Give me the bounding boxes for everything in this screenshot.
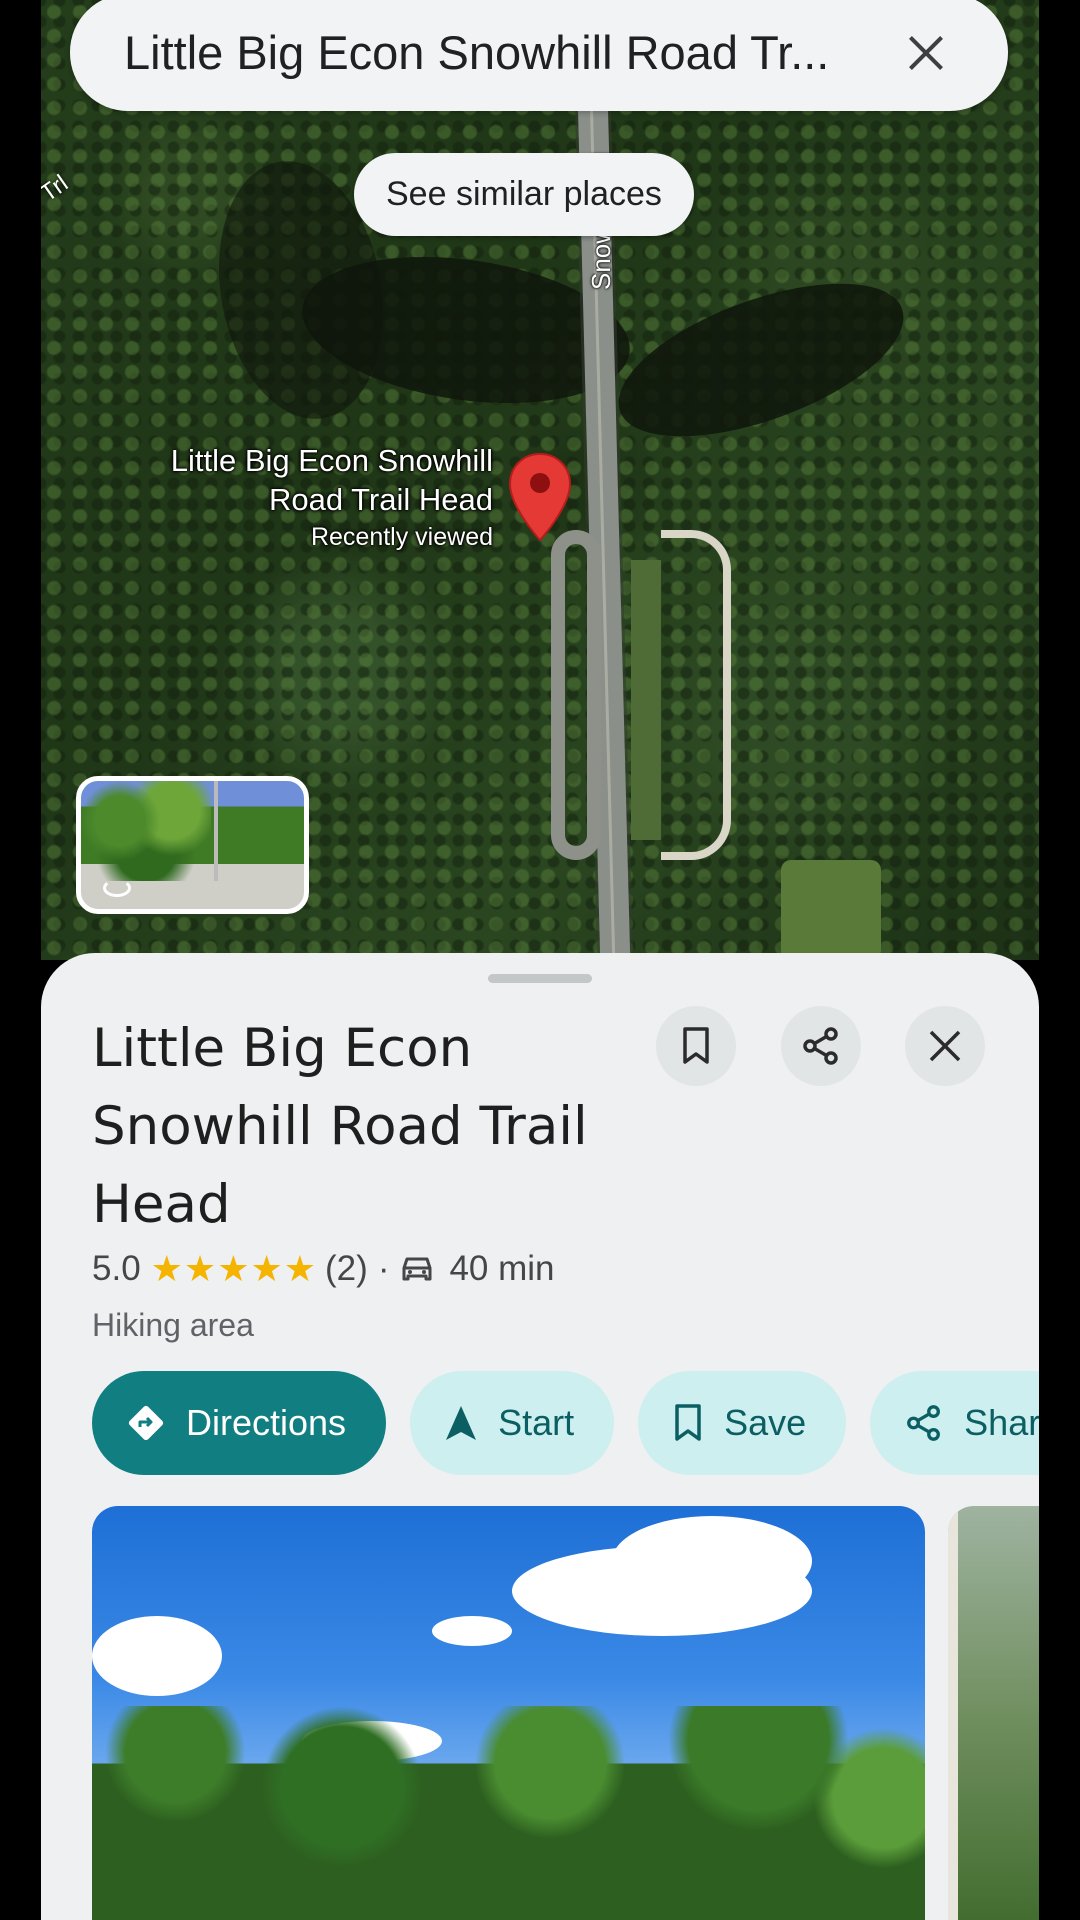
car-icon <box>402 1257 432 1281</box>
share-button[interactable] <box>781 1006 861 1086</box>
parking-lot <box>551 530 601 860</box>
median-grass <box>631 560 661 840</box>
place-photo-next[interactable] <box>948 1506 1039 1920</box>
rotate-360-icon <box>103 879 131 897</box>
search-query[interactable]: Little Big Econ Snowhill Road Tr... <box>124 25 898 80</box>
satellite-map[interactable]: Snowhill Rd Trl Little Big Econ Snowhill… <box>41 0 1039 960</box>
pin-name-line1: Little Big Econ Snowhill <box>170 443 493 478</box>
trail-path <box>661 530 731 860</box>
map-pin-icon[interactable] <box>507 452 573 542</box>
share-label: Share <box>964 1402 1039 1443</box>
place-photo[interactable] <box>92 1506 925 1920</box>
street-view-pole <box>214 781 218 881</box>
directions-label: Directions <box>186 1402 347 1443</box>
navigation-arrow-icon <box>446 1406 477 1440</box>
share-icon <box>907 1405 941 1441</box>
see-similar-places-button[interactable]: See similar places <box>354 153 694 236</box>
search-bar[interactable]: Little Big Econ Snowhill Road Tr... <box>70 0 1008 111</box>
bookmark-button[interactable] <box>656 1006 736 1086</box>
rating-value: 5.0 <box>92 1249 141 1288</box>
phone-screen: Snowhill Rd Trl Little Big Econ Snowhill… <box>41 0 1039 1920</box>
action-chips: Directions Start Save Shar <box>92 1371 1039 1475</box>
street-view-thumbnail[interactable] <box>76 776 309 914</box>
drag-handle[interactable] <box>488 974 592 983</box>
directions-button[interactable]: Directions <box>92 1371 387 1475</box>
share-chip-button[interactable]: Share <box>870 1371 1039 1475</box>
place-title: Little Big Econ Snowhill Road Trail Head <box>92 1018 588 1235</box>
pin-status: Recently viewed <box>310 522 493 551</box>
close-sheet-button[interactable] <box>905 1006 985 1086</box>
rating-row: 5.0 ★★★★★ (2) · 40 min <box>92 1248 555 1290</box>
treeline <box>92 1706 925 1920</box>
drive-time: 40 min <box>449 1249 555 1288</box>
share-icon <box>803 1027 838 1065</box>
cloud <box>612 1516 812 1606</box>
pin-label[interactable]: Little Big Econ Snowhill Road Trail Head… <box>171 442 493 553</box>
close-icon <box>898 25 954 81</box>
cloud <box>92 1616 222 1696</box>
street-view-trees <box>81 781 211 881</box>
directions-icon <box>128 1405 164 1441</box>
place-category: Hiking area <box>92 1307 254 1343</box>
review-count[interactable]: (2) <box>325 1249 368 1289</box>
separator: · <box>377 1249 390 1288</box>
place-sheet[interactable]: Little Big Econ Snowhill Road Trail Head… <box>41 953 1039 1920</box>
close-icon <box>929 1030 961 1062</box>
save-label: Save <box>724 1402 807 1443</box>
save-button[interactable]: Save <box>638 1371 847 1475</box>
bookmark-icon <box>683 1027 709 1064</box>
field <box>781 860 881 960</box>
cloud <box>432 1616 512 1646</box>
start-label: Start <box>498 1402 575 1443</box>
clear-search-button[interactable] <box>898 25 954 81</box>
bookmark-icon <box>675 1404 701 1441</box>
start-button[interactable]: Start <box>410 1371 615 1475</box>
pin-name-line2: Road Trail Head <box>268 481 493 517</box>
star-rating: ★★★★★ <box>150 1248 318 1289</box>
